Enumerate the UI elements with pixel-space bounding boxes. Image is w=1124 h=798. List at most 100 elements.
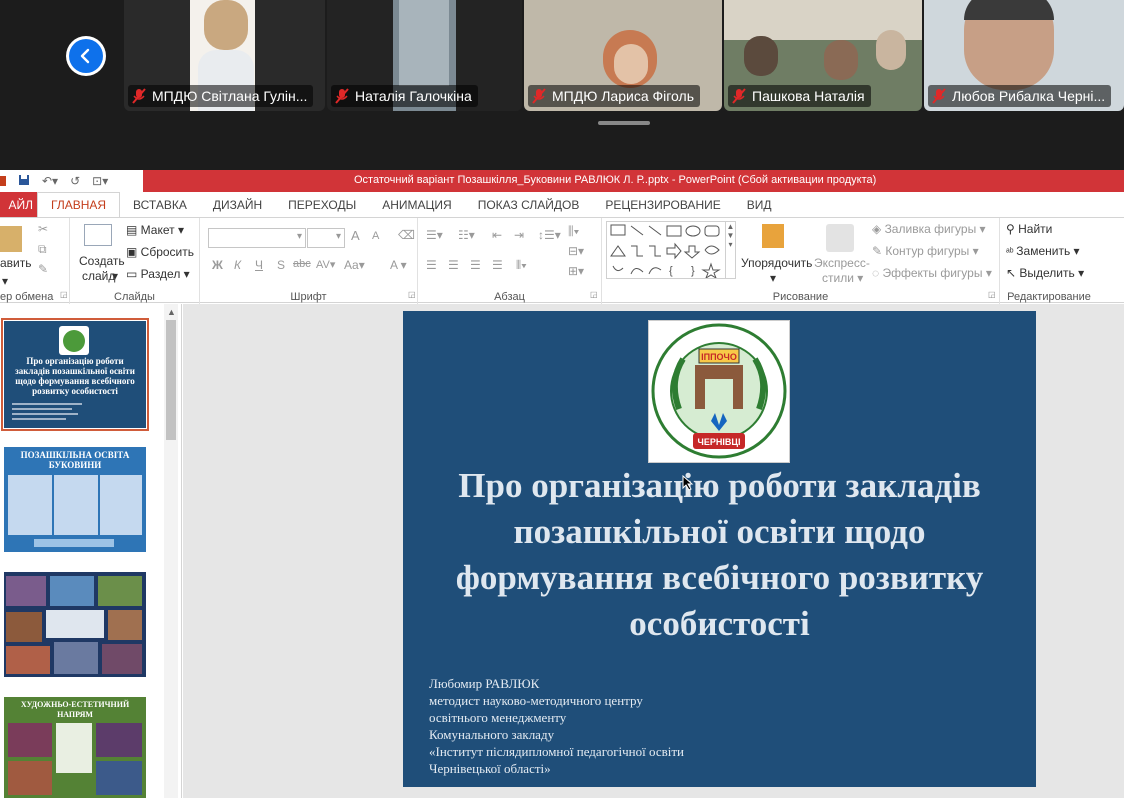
slide-thumbnail[interactable]: ХУДОЖНЬО-ЕСТЕТИЧНИЙ НАПРЯМ — [4, 697, 146, 798]
group-label: Редактирование — [1007, 291, 1091, 303]
strip-resize-handle[interactable] — [598, 121, 650, 125]
font-size-select[interactable]: ▾ — [307, 228, 345, 248]
font-color-button[interactable]: A ▾ — [390, 258, 407, 272]
arrange-button[interactable]: Упорядочить — [741, 256, 812, 270]
tab-slideshow[interactable]: ПОКАЗ СЛАЙДОВ — [465, 192, 593, 217]
thumb-title: ХУДОЖНЬО-ЕСТЕТИЧНИЙ НАПРЯМ — [20, 700, 130, 719]
italic-button[interactable]: К — [234, 258, 241, 272]
dialog-launcher-icon[interactable]: ◲ — [590, 290, 598, 299]
bold-button[interactable]: Ж — [212, 258, 223, 272]
copy-icon[interactable]: ⧉ — [38, 242, 47, 257]
reset-button[interactable]: ▣ Сбросить — [126, 245, 194, 259]
shadow-button[interactable]: S — [277, 258, 285, 272]
numbering-icon[interactable]: ☷▾ — [458, 228, 475, 242]
muted-mic-icon — [932, 88, 946, 104]
video-strip: МПДЮ Світлана Гулін... Наталія Галочкіна… — [0, 0, 1124, 170]
layout-button[interactable]: ▤ Макет ▾ — [126, 223, 184, 237]
font-family-select[interactable]: ▾ — [208, 228, 306, 248]
slide-title[interactable]: Про організацію роботи закладів позашкіл… — [433, 463, 1006, 647]
slideshow-icon[interactable]: ⊡▾ — [92, 174, 108, 188]
quick-access-toolbar: ↶▾ ↺ ⊡▾ — [0, 170, 143, 192]
scroll-up-icon[interactable]: ▲ — [167, 307, 176, 317]
shape-effects-button[interactable]: ◌ Эффекты фигуры ▾ — [872, 266, 992, 280]
select-button[interactable]: ↖ Выделить ▾ — [1006, 266, 1084, 280]
tab-design[interactable]: ДИЗАЙН — [200, 192, 275, 217]
participant-tile[interactable]: Пашкова Наталія — [724, 0, 922, 111]
text-direction-icon[interactable]: ⫼▾ — [568, 224, 579, 239]
chevron-left-icon — [69, 39, 103, 73]
save-icon[interactable] — [18, 174, 30, 189]
section-button[interactable]: ▭ Раздел ▾ — [126, 267, 190, 281]
paste-button[interactable]: авить — [0, 256, 32, 270]
muted-mic-icon — [132, 88, 146, 104]
new-slide-button[interactable]: Создать — [79, 254, 125, 268]
shrink-font-button[interactable]: A — [372, 230, 379, 242]
previous-page-button[interactable] — [66, 36, 106, 76]
thumb-title: Про організацію роботи закладів позашкіл… — [15, 356, 135, 396]
slide-thumbnail[interactable] — [4, 572, 146, 677]
participant-tile[interactable]: МПДЮ Світлана Гулін... — [124, 0, 325, 111]
grow-font-button[interactable]: A — [351, 228, 360, 243]
tab-home[interactable]: ГЛАВНАЯ — [37, 192, 121, 217]
fill-icon: ◈ — [872, 222, 885, 236]
quick-styles-icon[interactable] — [826, 224, 854, 252]
columns-icon[interactable]: ⫴▾ — [516, 258, 527, 273]
participant-tile[interactable]: Любов Рибалка Черні... — [924, 0, 1124, 111]
align-right-icon[interactable]: ☰ — [470, 258, 481, 272]
tab-transitions[interactable]: ПЕРЕХОДЫ — [275, 192, 369, 217]
line-spacing-icon[interactable]: ↕☰▾ — [538, 228, 561, 242]
window-title: Остаточний варіант Позашкілля_Буковини Р… — [354, 174, 877, 186]
participant-name-tag: Пашкова Наталія — [728, 85, 871, 107]
slide-thumbnail[interactable]: Про організацію роботи закладів позашкіл… — [1, 318, 149, 431]
dialog-launcher-icon[interactable]: ◲ — [408, 290, 416, 299]
app-icon — [0, 176, 6, 186]
slide-author-block[interactable]: Любомир РАВЛЮК методист науково-методичн… — [429, 675, 684, 777]
shapes-gallery[interactable]: {} ▲ ▼ ▾ — [606, 221, 736, 280]
shape-fill-button[interactable]: ◈ Заливка фигуры ▾ — [872, 222, 986, 236]
new-slide-icon[interactable] — [84, 224, 112, 246]
participant-tile[interactable]: Наталія Галочкіна — [327, 0, 522, 111]
change-case-button[interactable]: Aa▾ — [344, 258, 365, 272]
align-center-icon[interactable]: ☰ — [448, 258, 459, 272]
ribbon-tabs: АЙЛ ГЛАВНАЯ ВСТАВКА ДИЗАЙН ПЕРЕХОДЫ АНИМ… — [0, 192, 1124, 217]
scrollbar-thumb[interactable] — [166, 320, 176, 440]
find-button[interactable]: ⚲ Найти — [1006, 222, 1052, 236]
format-painter-icon[interactable]: ✎ — [38, 262, 48, 276]
increase-indent-icon[interactable]: ⇥ — [514, 228, 524, 242]
gallery-scroll[interactable]: ▲ ▼ ▾ — [725, 222, 735, 278]
svg-text:}: } — [691, 265, 695, 277]
current-slide[interactable]: ІППОЧО ЧЕРНІВЦІ Про організацію роботи з… — [403, 311, 1036, 787]
tab-review[interactable]: РЕЦЕНЗИРОВАНИЕ — [592, 192, 733, 217]
tab-view[interactable]: ВИД — [734, 192, 785, 217]
tab-file[interactable]: АЙЛ — [0, 192, 37, 217]
paste-icon[interactable] — [0, 226, 22, 252]
underline-button[interactable]: Ч — [255, 258, 263, 272]
dialog-launcher-icon[interactable]: ◲ — [988, 290, 996, 299]
decrease-indent-icon[interactable]: ⇤ — [492, 228, 502, 242]
undo-icon[interactable]: ↶▾ — [42, 174, 58, 188]
char-spacing-button[interactable]: AV▾ — [316, 258, 335, 271]
group-slides: Создать слайд ▾ ▤ Макет ▾ ▣ Сбросить ▭ Р… — [70, 218, 200, 304]
smartart-icon[interactable]: ⊞▾ — [568, 264, 584, 278]
thumbnails-scrollbar[interactable]: ▲ — [164, 304, 178, 798]
align-text-icon[interactable]: ⊟▾ — [568, 244, 584, 258]
bullets-icon[interactable]: ☰▾ — [426, 228, 443, 242]
section-icon: ▭ — [126, 267, 141, 281]
tab-animations[interactable]: АНИМАЦИЯ — [369, 192, 464, 217]
slide-thumbnail[interactable]: ПОЗАШКІЛЬНА ОСВІТА БУКОВИНИ — [4, 447, 146, 552]
clear-format-icon[interactable]: ⌫ — [398, 228, 415, 242]
arrange-icon[interactable] — [762, 224, 784, 248]
justify-icon[interactable]: ☰ — [492, 258, 503, 272]
redo-icon[interactable]: ↺ — [70, 174, 80, 188]
institute-logo: ІППОЧО ЧЕРНІВЦІ — [648, 320, 790, 463]
participant-tile[interactable]: МПДЮ Лариса Фіголь — [524, 0, 722, 111]
replace-button[interactable]: ᵃᵇ Заменить ▾ — [1006, 244, 1080, 258]
dialog-launcher-icon[interactable]: ◲ — [60, 290, 68, 299]
strikethrough-button[interactable]: abc — [293, 258, 311, 270]
muted-mic-icon — [335, 88, 349, 104]
align-left-icon[interactable]: ☰ — [426, 258, 437, 272]
shape-outline-button[interactable]: ✎ Контур фигуры ▾ — [872, 244, 979, 258]
quick-styles-button[interactable]: Экспресс- — [814, 256, 870, 270]
tab-insert[interactable]: ВСТАВКА — [120, 192, 200, 217]
cut-icon[interactable]: ✂ — [38, 222, 48, 236]
